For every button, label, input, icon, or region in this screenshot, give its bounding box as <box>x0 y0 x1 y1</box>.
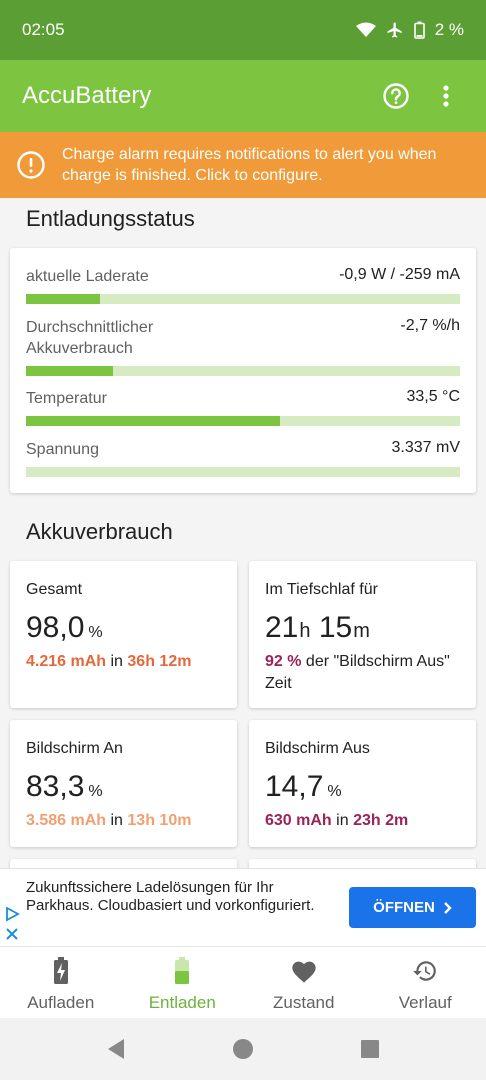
percent-unit: % <box>88 783 103 800</box>
minutes-unit: m <box>353 620 370 642</box>
home-circle-icon <box>233 1039 253 1059</box>
mah-value: 630 mAh <box>265 812 332 829</box>
percent-value: 14,7 <box>265 770 324 803</box>
bar-fill <box>26 416 280 426</box>
system-home-button[interactable] <box>180 1038 307 1060</box>
avg-usage-bar <box>26 366 460 376</box>
bar-fill <box>26 294 100 304</box>
ad-banner[interactable]: Zukunftssichere Ladelösungen für Ihr Par… <box>0 868 486 946</box>
battery-usage-title: Akkuverbrauch <box>26 519 173 544</box>
recents-square-icon <box>361 1040 379 1058</box>
nav-discharge[interactable]: Entladen <box>122 947 244 1018</box>
hours-unit: h <box>299 620 311 642</box>
status-bar: 02:05 2 % <box>0 0 486 60</box>
screen-on-detail: 3.586 mAh in 13h 10m <box>26 810 191 832</box>
time-value: 13h 10m <box>127 812 192 829</box>
card-label: Bildschirm An <box>26 740 123 757</box>
temperature-bar <box>26 416 460 426</box>
percent-unit: % <box>88 624 103 641</box>
alert-text: Charge alarm requires notifications to a… <box>62 146 437 184</box>
time-value: 36h 12m <box>127 653 192 670</box>
minutes-value: 15 <box>318 611 353 644</box>
heart-icon <box>290 957 318 985</box>
mah-value: 4.216 mAh <box>26 653 107 670</box>
card-label: Gesamt <box>26 581 83 598</box>
discharge-status-card: aktuelle Laderate -0,9 W / -259 mA Durch… <box>10 248 476 493</box>
deep-sleep-card: Im Tiefschlaf für 21h 15m 92 % der "Bild… <box>249 561 476 708</box>
wifi-icon <box>355 22 376 38</box>
in-text: in <box>110 653 123 670</box>
card-label: Bildschirm Aus <box>265 740 370 757</box>
nav-charge[interactable]: Aufladen <box>0 947 122 1018</box>
in-text: in <box>110 812 123 829</box>
row-label: Temperatur <box>26 390 107 407</box>
status-time: 02:05 <box>22 20 65 39</box>
screen-off-percent: 14,7% <box>265 770 342 804</box>
app-bar: AccuBattery <box>0 60 486 132</box>
charge-alarm-banner[interactable]: Charge alarm requires notifications to a… <box>0 132 486 198</box>
history-icon <box>411 957 439 985</box>
card-label: Im Tiefschlaf für <box>265 581 378 598</box>
alert-info-icon <box>17 151 45 179</box>
more-vert-icon <box>443 85 449 107</box>
row-value: -0,9 W / -259 mA <box>339 266 460 283</box>
percent-value: 83,3 <box>26 770 85 803</box>
hours-value: 21 <box>265 611 299 644</box>
battery-percent: 2 % <box>434 20 464 39</box>
system-navigation-bar <box>0 1018 486 1080</box>
screen-off-card: Bildschirm Aus 14,7% 630 mAh in 23h 2m <box>249 720 476 847</box>
row-label: Spannung <box>26 441 99 458</box>
voltage-bar <box>26 467 460 477</box>
charge-rate-bar <box>26 294 460 304</box>
total-usage-card: Gesamt 98,0% 4.216 mAh in 36h 12m <box>10 561 237 708</box>
battery-icon <box>413 21 425 39</box>
system-recents-button[interactable] <box>307 1039 434 1059</box>
chevron-right-icon <box>443 901 452 914</box>
battery-charging-icon <box>53 957 69 985</box>
percent-value: 98,0 <box>26 611 85 644</box>
deep-sleep-detail: 92 % der "Bildschirm Aus" Zeit <box>265 651 465 695</box>
nav-label: Aufladen <box>27 993 95 1012</box>
row-label: Durchschnittlicher Akkuverbrauch <box>26 319 154 357</box>
airplane-icon <box>386 21 404 39</box>
help-button[interactable] <box>378 78 414 114</box>
total-detail: 4.216 mAh in 36h 12m <box>26 651 191 673</box>
percent-unit: % <box>327 783 342 800</box>
ad-text: Zukunftssichere Ladelösungen für Ihr Par… <box>26 879 315 914</box>
row-label: aktuelle Laderate <box>26 268 149 285</box>
total-percent: 98,0% <box>26 611 103 645</box>
in-text: in <box>336 812 349 829</box>
ad-open-label: ÖFFNEN <box>373 899 435 916</box>
system-back-button[interactable] <box>53 1038 180 1060</box>
screen-on-card: Bildschirm An 83,3% 3.586 mAh in 13h 10m <box>10 720 237 847</box>
time-value: 23h 2m <box>353 812 409 829</box>
deep-sleep-duration: 21h 15m <box>265 611 370 645</box>
deep-sleep-percent: 92 % <box>265 653 302 670</box>
mah-value: 3.586 mAh <box>26 812 107 829</box>
row-value: 33,5 °C <box>406 388 460 405</box>
overflow-menu-button[interactable] <box>428 78 464 114</box>
ad-open-button[interactable]: ÖFFNEN <box>349 887 476 928</box>
nav-label: Entladen <box>148 993 216 1012</box>
row-value: -2,7 %/h <box>400 317 460 334</box>
nav-label: Zustand <box>273 993 335 1012</box>
bottom-navigation: Aufladen Entladen Zustand Verlauf <box>0 946 486 1018</box>
nav-history[interactable]: Verlauf <box>365 947 486 1018</box>
bar-fill <box>26 366 113 376</box>
ad-choices-icon[interactable] <box>4 907 22 945</box>
back-triangle-icon <box>108 1039 124 1059</box>
nav-label: Verlauf <box>398 993 452 1012</box>
app-title: AccuBattery <box>22 82 152 109</box>
row-value: 3.337 mV <box>391 439 460 456</box>
help-icon <box>383 83 409 109</box>
discharge-status-title: Entladungsstatus <box>26 206 195 231</box>
screen-on-percent: 83,3% <box>26 770 103 804</box>
battery-discharging-icon <box>174 957 190 985</box>
nav-health[interactable]: Zustand <box>243 947 365 1018</box>
screen-off-detail: 630 mAh in 23h 2m <box>265 810 408 832</box>
